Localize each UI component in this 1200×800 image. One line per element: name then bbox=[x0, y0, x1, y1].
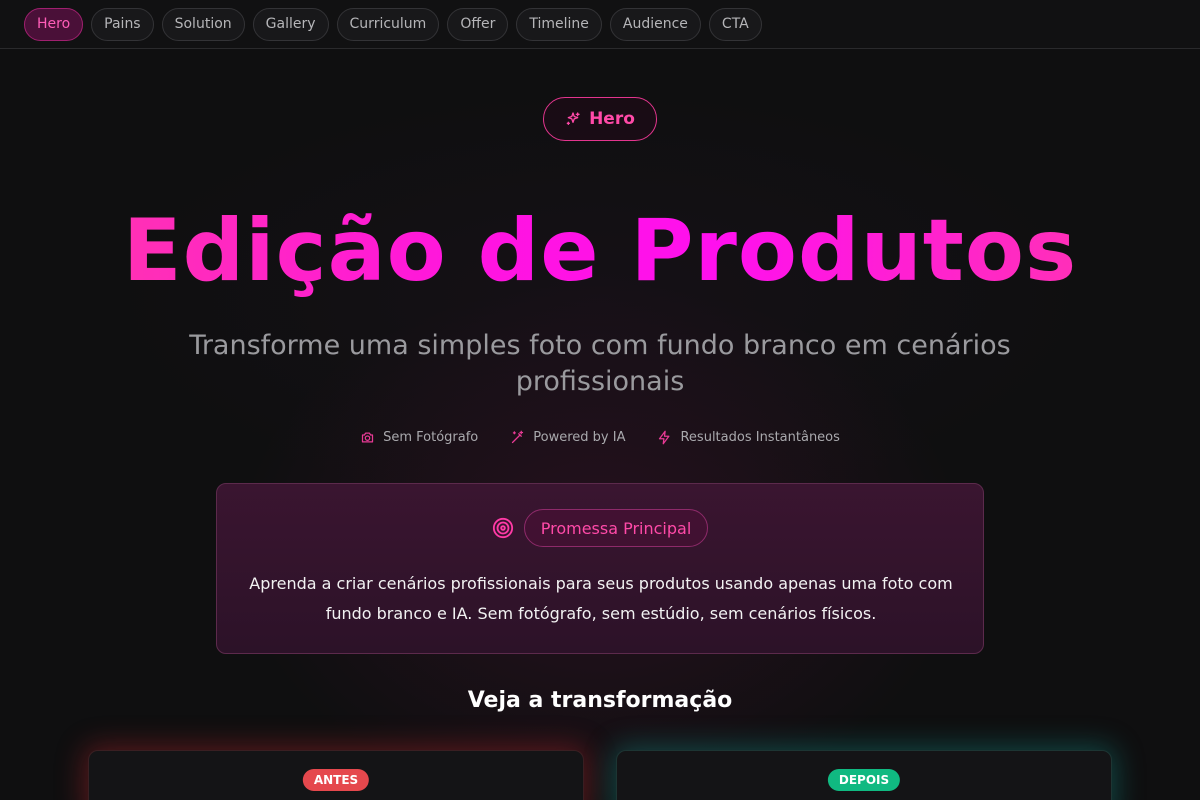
nav-item-hero[interactable]: Hero bbox=[24, 7, 84, 41]
nav-item-pains[interactable]: Pains bbox=[91, 7, 154, 41]
magic-wand-icon bbox=[512, 430, 524, 444]
promise-text: Aprenda a criar cenários profissionais p… bbox=[249, 574, 953, 623]
section-nav: Hero Pains Solution Gallery Curriculum O… bbox=[0, 0, 1200, 49]
after-badge: DEPOIS bbox=[827, 769, 901, 791]
target-icon bbox=[492, 517, 513, 539]
page-subtitle: Transforme uma simples foto com fundo br… bbox=[189, 330, 1011, 397]
nav-item-audience[interactable]: Audience bbox=[609, 7, 701, 41]
nav-item-offer[interactable]: Offer bbox=[447, 7, 509, 41]
feature-label: Powered by IA bbox=[533, 430, 626, 445]
promise-header: Promessa Principal bbox=[217, 509, 983, 547]
feature-item: Resultados Instantâneos bbox=[657, 430, 840, 445]
promise-label: Promessa Principal bbox=[523, 509, 709, 547]
zap-icon bbox=[659, 430, 670, 445]
feature-item: Powered by IA bbox=[510, 430, 625, 445]
feature-item: Sem Fotógrafo bbox=[360, 430, 478, 445]
hero-badge-label: Hero bbox=[589, 109, 635, 129]
before-panel: ANTES bbox=[88, 750, 584, 800]
promise-card: Promessa Principal Aprenda a criar cenár… bbox=[216, 483, 984, 654]
before-badge: ANTES bbox=[302, 769, 370, 791]
camera-icon bbox=[361, 432, 374, 443]
feature-label: Sem Fotógrafo bbox=[383, 430, 479, 445]
after-panel: DEPOIS bbox=[616, 750, 1112, 800]
feature-label: Resultados Instantâneos bbox=[680, 430, 840, 445]
nav-item-solution[interactable]: Solution bbox=[161, 7, 245, 41]
sparkles-icon bbox=[566, 112, 580, 125]
nav-item-curriculum[interactable]: Curriculum bbox=[336, 7, 440, 41]
feature-list: Sem Fotógrafo Powered by IA Resultados I… bbox=[0, 430, 1200, 445]
nav-item-timeline[interactable]: Timeline bbox=[516, 7, 602, 41]
nav-item-gallery[interactable]: Gallery bbox=[252, 7, 329, 41]
page-title: Edição de Produtos bbox=[0, 196, 1200, 306]
transformation-title: Veja a transformação bbox=[467, 688, 733, 713]
nav-item-cta[interactable]: CTA bbox=[708, 7, 762, 41]
hero-badge: Hero bbox=[543, 97, 657, 141]
